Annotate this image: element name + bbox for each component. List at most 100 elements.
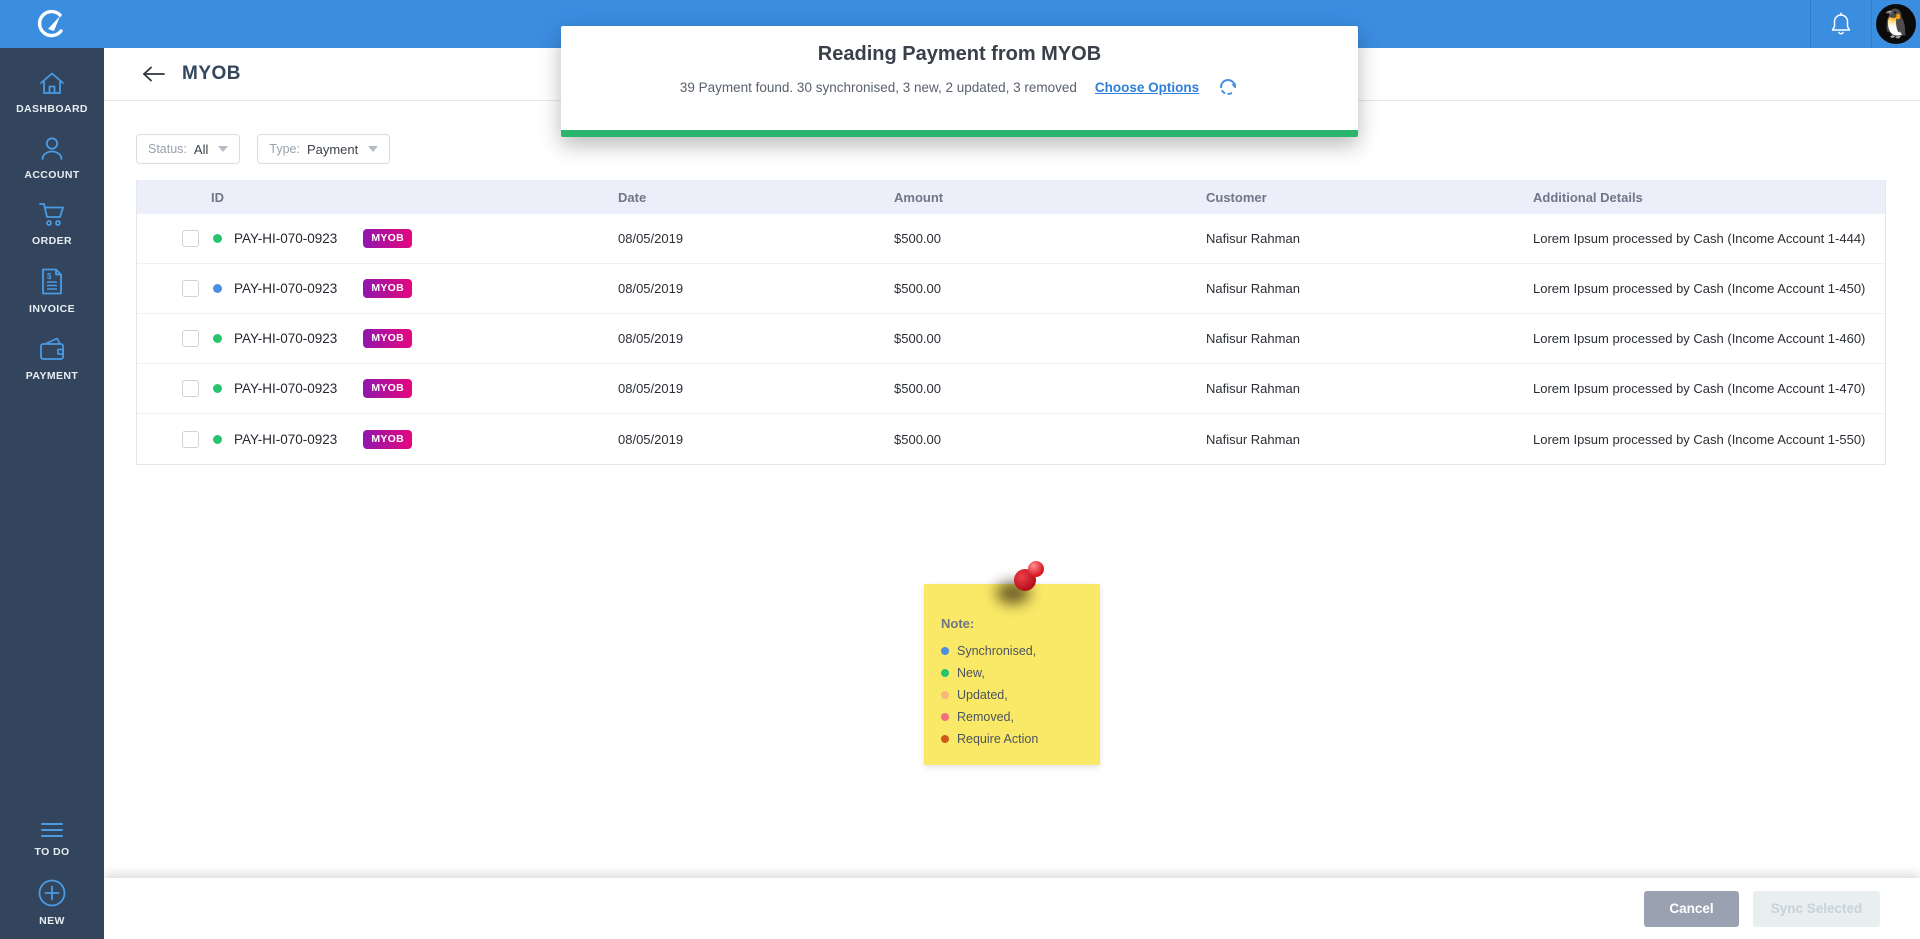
row-source-badge: MYOB bbox=[363, 329, 412, 348]
sync-selected-button[interactable]: Sync Selected bbox=[1753, 891, 1880, 927]
page-title: MYOB bbox=[182, 63, 241, 85]
note-legend-item: Removed, bbox=[941, 706, 1100, 728]
row-date: 08/05/2019 bbox=[618, 381, 894, 396]
main-content: MYOB Status: All Type: Payment ID Date A… bbox=[104, 48, 1920, 939]
row-status-dot bbox=[213, 334, 222, 343]
sidebar-item-label: NEW bbox=[39, 915, 65, 927]
table-row: PAY-HI-070-0923 MYOB 08/05/2019 $500.00 … bbox=[137, 414, 1885, 464]
row-checkbox[interactable] bbox=[182, 431, 199, 448]
row-id: PAY-HI-070-0923 bbox=[234, 381, 337, 396]
row-id: PAY-HI-070-0923 bbox=[234, 281, 337, 296]
sidebar-item-label: ACCOUNT bbox=[24, 169, 79, 181]
chevron-down-icon bbox=[368, 146, 378, 152]
row-checkbox[interactable] bbox=[182, 330, 199, 347]
row-source-badge: MYOB bbox=[363, 279, 412, 298]
row-status-dot bbox=[213, 284, 222, 293]
row-id: PAY-HI-070-0923 bbox=[234, 331, 337, 346]
cancel-button[interactable]: Cancel bbox=[1644, 891, 1739, 927]
cart-icon bbox=[37, 201, 67, 228]
note-status-dot bbox=[941, 713, 949, 721]
app-logo[interactable] bbox=[0, 0, 104, 48]
row-checkbox[interactable] bbox=[182, 230, 199, 247]
toast-title: Reading Payment from MYOB bbox=[561, 43, 1358, 66]
note-legend-item: New, bbox=[941, 662, 1100, 684]
legend-sticky-note: Note: Synchronised, New, Updated, Remove… bbox=[924, 584, 1100, 765]
row-source-badge: MYOB bbox=[363, 379, 412, 398]
type-filter-dropdown[interactable]: Type: Payment bbox=[257, 134, 390, 164]
back-button[interactable] bbox=[142, 66, 166, 82]
toast-summary: 39 Payment found. 30 synchronised, 3 new… bbox=[680, 80, 1077, 95]
column-header-details: Additional Details bbox=[1533, 190, 1887, 205]
row-customer: Nafisur Rahman bbox=[1206, 381, 1533, 396]
note-legend-item: Updated, bbox=[941, 684, 1100, 706]
sidebar-item-label: DASHBOARD bbox=[16, 103, 88, 115]
column-header-amount: Amount bbox=[894, 190, 1206, 205]
row-amount: $500.00 bbox=[894, 281, 1206, 296]
app-window: 🐧 DASHBOARD ACCOUNT bbox=[0, 0, 1920, 939]
left-arrow-icon bbox=[142, 66, 166, 82]
sidebar-item-order[interactable]: ORDER bbox=[0, 201, 104, 247]
sidebar-item-todo[interactable]: TO DO bbox=[0, 821, 104, 858]
sidebar-item-label: TO DO bbox=[34, 846, 69, 858]
row-date: 08/05/2019 bbox=[618, 432, 894, 447]
row-details: Lorem Ipsum processed by Cash (Income Ac… bbox=[1533, 331, 1887, 346]
row-id: PAY-HI-070-0923 bbox=[234, 432, 337, 447]
bell-icon bbox=[1830, 12, 1852, 36]
plus-circle-icon bbox=[37, 878, 67, 908]
notifications-button[interactable] bbox=[1810, 0, 1872, 48]
note-status-label: Synchronised, bbox=[957, 644, 1036, 658]
person-icon bbox=[38, 135, 66, 162]
column-header-date: Date bbox=[618, 190, 894, 205]
note-legend-item: Synchronised, bbox=[941, 640, 1100, 662]
chevron-down-icon bbox=[218, 146, 228, 152]
row-checkbox[interactable] bbox=[182, 380, 199, 397]
row-amount: $500.00 bbox=[894, 231, 1206, 246]
table-header-row: ID Date Amount Customer Additional Detai… bbox=[137, 180, 1885, 214]
row-amount: $500.00 bbox=[894, 381, 1206, 396]
sidebar-item-account[interactable]: ACCOUNT bbox=[0, 135, 104, 181]
note-items: Synchronised, New, Updated, Removed, Req… bbox=[941, 640, 1100, 750]
table-row: PAY-HI-070-0923 MYOB 08/05/2019 $500.00 … bbox=[137, 364, 1885, 414]
note-status-label: Updated, bbox=[957, 688, 1008, 702]
user-avatar[interactable]: 🐧 bbox=[1876, 4, 1916, 44]
penguin-avatar-icon: 🐧 bbox=[1879, 10, 1914, 38]
choose-options-link[interactable]: Choose Options bbox=[1095, 80, 1199, 95]
column-header-id: ID bbox=[137, 190, 618, 205]
note-status-dot bbox=[941, 691, 949, 699]
row-status-dot bbox=[213, 435, 222, 444]
row-amount: $500.00 bbox=[894, 331, 1206, 346]
note-status-label: Removed, bbox=[957, 710, 1014, 724]
table-row: PAY-HI-070-0923 MYOB 08/05/2019 $500.00 … bbox=[137, 264, 1885, 314]
row-details: Lorem Ipsum processed by Cash (Income Ac… bbox=[1533, 231, 1887, 246]
sidebar-item-new[interactable]: NEW bbox=[0, 878, 104, 927]
note-legend-item: Require Action bbox=[941, 728, 1100, 750]
row-id: PAY-HI-070-0923 bbox=[234, 231, 337, 246]
sync-toast: Reading Payment from MYOB 39 Payment fou… bbox=[561, 26, 1358, 137]
status-filter-dropdown[interactable]: Status: All bbox=[136, 134, 240, 164]
row-status-dot bbox=[213, 234, 222, 243]
type-filter-label: Type: bbox=[269, 142, 300, 156]
sidebar-item-label: ORDER bbox=[32, 235, 72, 247]
note-status-label: Require Action bbox=[957, 732, 1038, 746]
sidebar-item-payment[interactable]: PAYMENT bbox=[0, 335, 104, 382]
compass-g-logo-icon bbox=[35, 7, 69, 41]
pushpin-head bbox=[1028, 561, 1044, 577]
row-amount: $500.00 bbox=[894, 432, 1206, 447]
row-checkbox[interactable] bbox=[182, 280, 199, 297]
status-filter-label: Status: bbox=[148, 142, 187, 156]
sidebar-item-dashboard[interactable]: DASHBOARD bbox=[0, 70, 104, 115]
filters-bar: Status: All Type: Payment bbox=[136, 134, 390, 164]
row-status-dot bbox=[213, 384, 222, 393]
row-customer: Nafisur Rahman bbox=[1206, 432, 1533, 447]
note-status-dot bbox=[941, 647, 949, 655]
sidebar-item-invoice[interactable]: $ INVOICE bbox=[0, 267, 104, 315]
row-details: Lorem Ipsum processed by Cash (Income Ac… bbox=[1533, 381, 1887, 396]
row-date: 08/05/2019 bbox=[618, 281, 894, 296]
row-source-badge: MYOB bbox=[363, 229, 412, 248]
invoice-icon: $ bbox=[39, 267, 65, 296]
refresh-button[interactable] bbox=[1217, 76, 1239, 98]
svg-text:$: $ bbox=[47, 272, 52, 281]
row-details: Lorem Ipsum processed by Cash (Income Ac… bbox=[1533, 281, 1887, 296]
row-date: 08/05/2019 bbox=[618, 331, 894, 346]
home-icon bbox=[38, 70, 66, 96]
